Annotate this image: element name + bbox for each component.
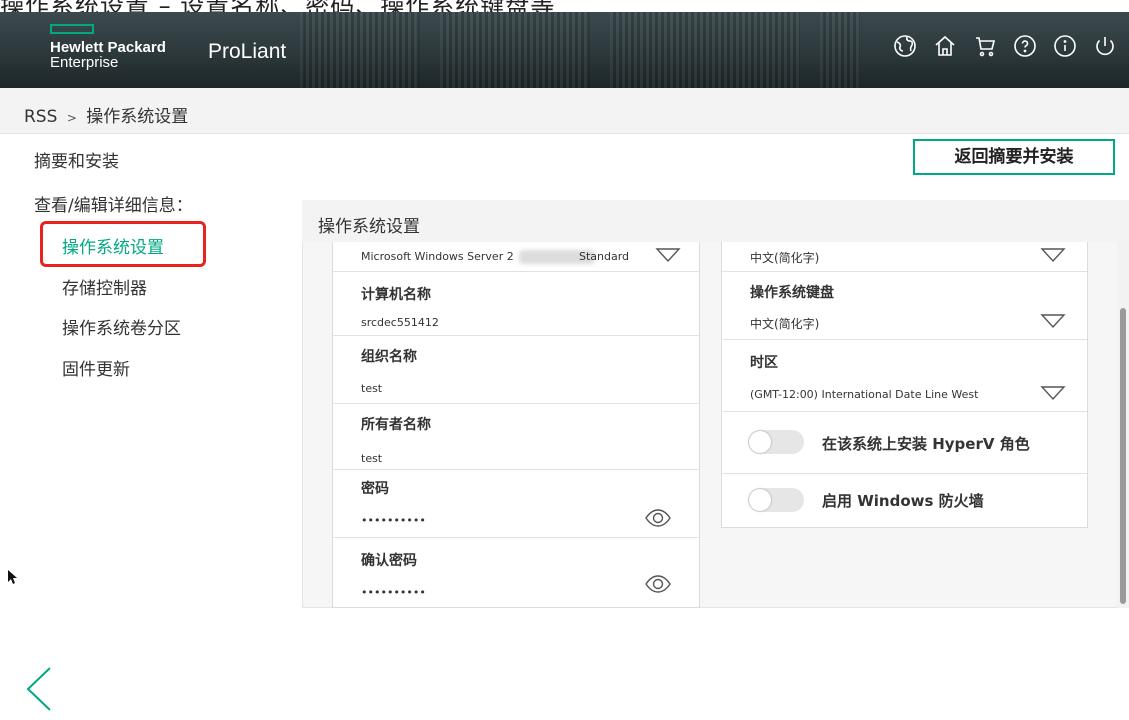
language-value: 中文(简化字) bbox=[750, 251, 820, 265]
keyboard-label: 操作系统键盘 bbox=[750, 285, 834, 301]
server-rack-graphic bbox=[610, 12, 800, 88]
eye-icon[interactable] bbox=[645, 574, 671, 594]
org-name-field[interactable]: 组织名称 test bbox=[333, 336, 699, 404]
nav-item-os-settings[interactable]: 操作系统设置 bbox=[62, 233, 164, 258]
power-icon[interactable] bbox=[1093, 34, 1117, 58]
toggle-knob bbox=[749, 431, 771, 453]
hyperv-row: 在该系统上安装 HyperV 角色 bbox=[722, 412, 1087, 474]
server-rack-graphic bbox=[440, 12, 590, 88]
os-select-value: Microsoft Windows Server 2 bbox=[361, 250, 514, 263]
brand-subname: Enterprise bbox=[50, 54, 119, 71]
breadcrumb-root[interactable]: RSS bbox=[24, 107, 57, 127]
brand-name: Hewlett Packard bbox=[50, 39, 166, 56]
hyperv-label: 在该系统上安装 HyperV 角色 bbox=[822, 435, 1030, 453]
server-rack-graphic bbox=[300, 12, 420, 88]
cart-icon[interactable] bbox=[973, 34, 997, 58]
firewall-toggle[interactable] bbox=[748, 488, 804, 512]
timezone-value: (GMT-12:00) International Date Line West bbox=[750, 388, 979, 401]
language-icon[interactable] bbox=[893, 34, 917, 58]
os-select-edition: Standard bbox=[579, 250, 630, 263]
app-header: Hewlett Packard Enterprise ProLiant bbox=[0, 12, 1129, 88]
scrollbar-thumb[interactable] bbox=[1120, 308, 1126, 604]
info-icon[interactable] bbox=[1053, 34, 1077, 58]
owner-name-field[interactable]: 所有者名称 test bbox=[333, 404, 699, 470]
panel-title: 操作系统设置 bbox=[302, 200, 1129, 242]
hpe-logo-icon bbox=[50, 24, 94, 34]
confirm-password-field[interactable]: 确认密码 •••••••••• bbox=[333, 538, 699, 608]
breadcrumb: RSS > 操作系统设置 bbox=[0, 88, 1129, 134]
org-name-label: 组织名称 bbox=[361, 349, 417, 365]
settings-right-column: 中文(简化字) 操作系统键盘 中文(简化字) 时区 (GMT-12:00) In… bbox=[721, 242, 1088, 528]
firewall-label: 启用 Windows 防火墙 bbox=[822, 492, 984, 510]
product-name: ProLiant bbox=[208, 40, 287, 63]
computer-name-field[interactable]: 计算机名称 srcdec551412 bbox=[333, 272, 699, 336]
chevron-down-icon[interactable] bbox=[1040, 384, 1066, 402]
cropped-caption: 操作系统设置 – 设置名称、密码、操作系统键盘等 bbox=[0, 0, 1129, 12]
confirm-password-value[interactable]: •••••••••• bbox=[361, 586, 426, 599]
settings-left-column: Microsoft Windows Server 2 Standard 计算机名… bbox=[332, 242, 700, 608]
toggle-knob bbox=[749, 489, 771, 511]
help-icon[interactable] bbox=[1013, 34, 1037, 58]
chevron-down-icon[interactable] bbox=[655, 246, 681, 264]
computer-name-value[interactable]: srcdec551412 bbox=[361, 316, 439, 329]
previous-arrow-icon[interactable] bbox=[22, 664, 56, 714]
mouse-pointer-icon bbox=[8, 569, 18, 584]
language-select[interactable]: 中文(简化字) bbox=[722, 242, 1087, 272]
home-icon[interactable] bbox=[933, 34, 957, 58]
nav-item-firmware-update[interactable]: 固件更新 bbox=[62, 355, 130, 380]
eye-icon[interactable] bbox=[645, 508, 671, 528]
password-label: 密码 bbox=[361, 481, 389, 497]
owner-name-value[interactable]: test bbox=[361, 452, 382, 465]
password-value[interactable]: •••••••••• bbox=[361, 514, 426, 527]
back-to-summary-button[interactable]: 返回摘要并安装 bbox=[913, 139, 1115, 175]
breadcrumb-separator: > bbox=[66, 111, 77, 125]
computer-name-label: 计算机名称 bbox=[361, 287, 431, 303]
owner-name-label: 所有者名称 bbox=[361, 417, 431, 433]
keyboard-select[interactable]: 操作系统键盘 中文(简化字) bbox=[722, 272, 1087, 340]
header-toolbar bbox=[893, 34, 1117, 58]
caption-text: 操作系统设置 – 设置名称、密码、操作系统键盘等 bbox=[0, 0, 555, 12]
password-field[interactable]: 密码 •••••••••• bbox=[333, 470, 699, 538]
nav-item-storage-controller[interactable]: 存储控制器 bbox=[62, 274, 147, 299]
hyperv-toggle[interactable] bbox=[748, 430, 804, 454]
timezone-select[interactable]: 时区 (GMT-12:00) International Date Line W… bbox=[722, 340, 1087, 412]
nav-heading: 查看/编辑详细信息： bbox=[34, 196, 193, 216]
server-rack-graphic bbox=[820, 12, 860, 88]
chevron-down-icon[interactable] bbox=[1040, 246, 1066, 264]
breadcrumb-current: 操作系统设置 bbox=[86, 107, 189, 127]
nav-summary-install[interactable]: 摘要和安装 bbox=[34, 147, 119, 172]
keyboard-value: 中文(简化字) bbox=[750, 317, 820, 331]
chevron-down-icon[interactable] bbox=[1040, 312, 1066, 330]
timezone-label: 时区 bbox=[750, 355, 778, 371]
confirm-password-label: 确认密码 bbox=[361, 553, 417, 569]
org-name-value[interactable]: test bbox=[361, 382, 382, 395]
os-select[interactable]: Microsoft Windows Server 2 Standard bbox=[333, 242, 699, 272]
firewall-row: 启用 Windows 防火墙 bbox=[722, 474, 1087, 528]
nav-item-os-volume-partition[interactable]: 操作系统卷分区 bbox=[62, 314, 181, 339]
